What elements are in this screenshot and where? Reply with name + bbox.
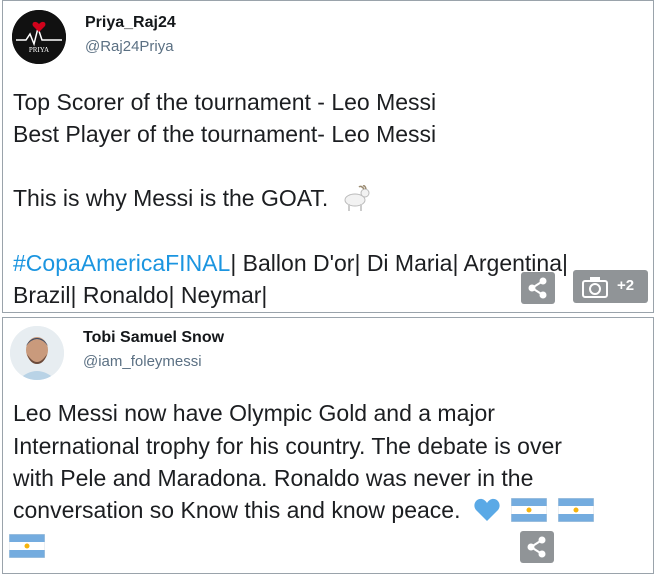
tweet-text-line-3: with Pele and Maradona. Ronaldo was neve… (13, 465, 534, 491)
share-icon (527, 536, 546, 558)
avatar[interactable] (10, 326, 64, 380)
tweet-text-line-5: Brazil| Ronaldo| Neymar| (13, 282, 268, 308)
share-button[interactable] (521, 272, 555, 304)
argentina-flag-emoji-icon (511, 498, 548, 522)
share-button[interactable] (520, 531, 554, 563)
display-name[interactable]: Priya_Raj24 (85, 14, 176, 32)
tweet-text-line-3: This is why Messi is the GOAT. (13, 183, 371, 213)
avatar[interactable]: PRIYA (12, 10, 66, 64)
photo-count: +2 (617, 277, 635, 294)
tweet-text-peace-sentence: conversation so Know this and know peace… (13, 497, 461, 523)
user-handle[interactable]: @Raj24Priya (85, 38, 174, 55)
user-handle[interactable]: @iam_foleymessi (83, 353, 202, 370)
tweet-text-goat-sentence: This is why Messi is the GOAT. (13, 185, 329, 211)
tweet-text-line-4: conversation so Know this and know peace… (13, 495, 594, 525)
argentina-flag-emoji-icon (557, 498, 594, 522)
tweet-card-2: Tobi Samuel Snow @iam_foleymessi Leo Mes… (2, 317, 654, 574)
blue-heart-emoji-icon (474, 498, 500, 521)
camera-icon (582, 277, 608, 298)
avatar-label: PRIYA (29, 46, 49, 54)
photo-gallery-button[interactable]: +2 (573, 270, 648, 303)
tweet-text-line-1: Top Scorer of the tournament - Leo Messi (13, 89, 437, 115)
tweet-text-line-4: #CopaAmericaFINAL| Ballon D'or| Di Maria… (13, 248, 568, 278)
display-name[interactable]: Tobi Samuel Snow (83, 329, 224, 347)
tweet-text-line-2: International trophy for his country. Th… (13, 433, 562, 459)
goat-emoji-icon (344, 185, 370, 211)
tweet-text-line-1: Leo Messi now have Olympic Gold and a ma… (13, 400, 495, 426)
tweet-text-line-5 (9, 534, 45, 559)
avatar-logo-icon: PRIYA (12, 10, 66, 64)
tweet-text-tags: | Ballon D'or| Di Maria| Argentina| (230, 250, 568, 276)
hashtag-link[interactable]: #CopaAmericaFINAL (13, 250, 230, 276)
argentina-flag-emoji-icon (9, 534, 45, 558)
avatar-photo-icon (10, 326, 64, 380)
share-icon (528, 277, 547, 299)
tweet-text-line-2: Best Player of the tournament- Leo Messi (13, 121, 437, 147)
tweet-card-1: PRIYA Priya_Raj24 @Raj24Priya Top Scorer… (2, 0, 654, 313)
